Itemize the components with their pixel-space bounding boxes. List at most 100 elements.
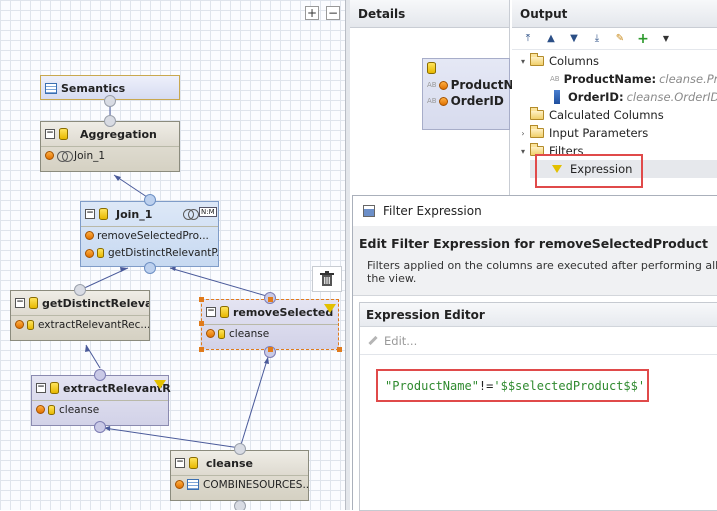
collapse-box-icon[interactable]: − <box>15 298 25 308</box>
cleanse-title: cleanse <box>206 456 254 470</box>
delete-icon[interactable] <box>312 266 342 292</box>
filter-expression-dialog: Filter Expression Edit Filter Expression… <box>352 195 717 511</box>
cardinality-badge: N:M <box>199 207 217 217</box>
aggregation-title: Aggregation <box>80 127 157 141</box>
table-icon <box>187 479 199 490</box>
expression-editor: Expression Editor Edit... "ProductName" … <box>359 302 717 511</box>
tree-calculated-columns[interactable]: Calculated Columns <box>530 106 664 124</box>
edit-label: Edit... <box>384 333 418 348</box>
dialog-description: Filters applied on the columns are execu… <box>367 259 717 285</box>
expression-column: "ProductName" <box>385 378 479 393</box>
input-icon <box>206 329 215 338</box>
cleanse-node[interactable]: − cleanse COMBINESOURCES... <box>170 450 309 501</box>
calculated-columns-label: Calculated Columns <box>549 108 664 122</box>
dropdown-arrow-icon[interactable]: ▼ <box>660 33 672 45</box>
collapse-box-icon[interactable]: − <box>36 383 46 393</box>
folder-icon <box>530 53 544 66</box>
remove-selected-node[interactable]: − removeSelected cleanse <box>201 299 339 350</box>
filter-funnel-icon <box>324 304 336 313</box>
folder-icon <box>530 125 544 138</box>
join-port-bottom[interactable] <box>144 262 156 274</box>
cleanse-port-top[interactable] <box>234 443 246 455</box>
details-title: Details <box>350 0 509 28</box>
extract-relevant-port-bottom[interactable] <box>94 421 106 433</box>
column-icon <box>438 80 448 90</box>
input-icon <box>85 248 94 258</box>
extract-relevant-port-top[interactable] <box>94 369 106 381</box>
get-distinct-input: extractRelevantRec... <box>38 318 149 331</box>
expression-value: '$$selectedProduct$$' <box>493 378 646 393</box>
join-type-icon <box>183 209 199 220</box>
remove-selected-input: cleanse <box>229 327 270 340</box>
extract-relevant-node[interactable]: − extractRelevantR cleanse <box>31 375 171 426</box>
details-node-preview[interactable]: AB ProductN AB OrderID <box>422 58 514 130</box>
join-input-1: removeSelectedPro... <box>97 229 209 242</box>
expression-highlight <box>535 154 643 188</box>
details-panel: Details AB ProductN AB OrderID <box>350 0 514 195</box>
column-source: cleanse.OrderID <box>626 90 717 104</box>
view-editor-canvas[interactable]: + − Semantics − Aggregation Join_1 − Joi… <box>0 0 346 510</box>
collapse-box-icon[interactable]: − <box>85 209 95 219</box>
input-icon <box>36 405 45 414</box>
semantics-title: Semantics <box>61 81 126 95</box>
column-name: OrderID: <box>568 90 624 104</box>
aggregation-icon <box>59 128 68 140</box>
get-distinct-title: getDistinctRelevа <box>42 296 149 310</box>
move-down-icon[interactable]: ▼ <box>568 33 580 45</box>
cleanse-input: COMBINESOURCES... <box>203 478 308 491</box>
aggregation-node[interactable]: − Aggregation Join_1 <box>40 121 180 172</box>
dialog-window-title: Filter Expression <box>383 204 482 218</box>
tree-columns[interactable]: ▾ Columns <box>518 52 599 70</box>
union-icon <box>189 457 198 469</box>
join-input-2: getDistinctRelevantP... <box>108 247 218 259</box>
add-icon[interactable]: + <box>637 32 649 46</box>
move-up-icon[interactable]: ▲ <box>545 33 557 45</box>
tree-column-productname[interactable]: AB ProductName: cleanse.Prod <box>550 70 717 88</box>
join-port-top[interactable] <box>144 194 156 206</box>
resize-handle[interactable] <box>199 297 204 302</box>
resize-handle[interactable] <box>268 347 273 352</box>
collapse-icon[interactable]: − <box>326 6 340 20</box>
filter-funnel-icon <box>154 380 166 389</box>
attribute-icon <box>554 90 560 104</box>
tree-column-orderid[interactable]: OrderID: cleanse.OrderID <box>554 88 717 106</box>
expand-icon[interactable]: ▾ <box>518 147 528 156</box>
expand-icon[interactable]: ▾ <box>518 57 528 66</box>
expand-icon[interactable]: › <box>518 129 528 138</box>
edit-pencil-icon[interactable]: ✎ <box>614 33 626 45</box>
collapse-box-icon[interactable]: − <box>206 307 216 317</box>
db-icon <box>427 62 436 74</box>
get-distinct-port[interactable] <box>74 284 86 296</box>
dialog-titlebar[interactable]: Filter Expression <box>353 196 717 226</box>
resize-handle[interactable] <box>199 321 204 326</box>
semantics-port[interactable] <box>104 95 116 107</box>
column-icon <box>438 96 448 106</box>
expression-operator: != <box>478 378 494 393</box>
join-icon <box>57 151 73 162</box>
edit-button[interactable]: Edit... <box>360 327 717 355</box>
remove-selected-title: removeSelected <box>233 305 334 319</box>
input-parameters-label: Input Parameters <box>549 126 649 140</box>
dialog-heading: Edit Filter Expression for removeSelecte… <box>359 236 708 251</box>
resize-handle[interactable] <box>337 347 342 352</box>
output-toolbar: ⤒ ▲ ▼ ⤓ ✎ + ▼ <box>512 28 717 50</box>
expression-text[interactable]: "ProductName" != '$$selectedProduct$$' <box>376 369 649 402</box>
resize-handle[interactable] <box>199 347 204 352</box>
tree-input-parameters[interactable]: › Input Parameters <box>518 124 648 142</box>
aggregation-port[interactable] <box>104 115 116 127</box>
move-bottom-icon[interactable]: ⤓ <box>591 33 603 45</box>
cleanse-port-bottom[interactable] <box>234 500 246 510</box>
resize-handle[interactable] <box>268 297 273 302</box>
aggregation-input: Join_1 <box>74 149 106 162</box>
collapse-box-icon[interactable]: − <box>45 129 55 139</box>
details-field-2: OrderID <box>450 94 504 108</box>
collapse-box-icon[interactable]: − <box>175 458 185 468</box>
input-icon <box>175 480 184 489</box>
details-field-1: ProductN <box>450 78 514 92</box>
db-icon <box>97 248 104 258</box>
join-db-icon <box>99 208 108 220</box>
join-node[interactable]: − Join_1 N:M removeSelectedPro... getDis… <box>80 201 219 267</box>
get-distinct-node[interactable]: − getDistinctRelevа extractRelevantRec..… <box>10 290 150 341</box>
zoom-fit-icon[interactable]: + <box>305 6 319 20</box>
move-top-icon[interactable]: ⤒ <box>522 33 534 45</box>
